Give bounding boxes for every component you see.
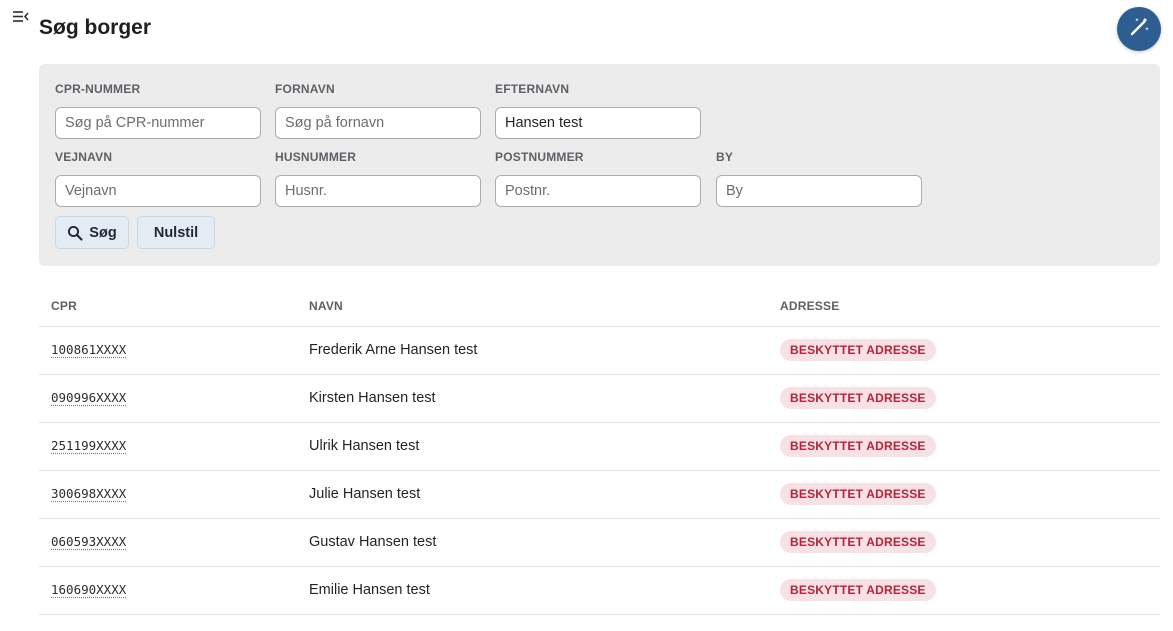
search-button-label: Søg [89,224,117,241]
table-row[interactable]: 100861XXXX Frederik Arne Hansen test BES… [39,326,1160,375]
vejnavn-input[interactable] [55,175,261,207]
by-label: BY [716,150,734,164]
cpr-input[interactable] [55,107,261,139]
efternavn-field: EFTERNAVN [495,82,701,139]
results-table: CPR NAVN ADRESSE 100861XXXX Frederik Arn… [39,286,1160,615]
table-row[interactable]: 090996XXXX Kirsten Hansen test BESKYTTET… [39,374,1160,423]
name-cell: Ulrik Hansen test [297,422,768,471]
cpr-cell[interactable]: 300698XXXX [51,486,126,501]
protected-address-badge: BESKYTTET ADRESSE [780,483,936,505]
column-header-name: NAVN [297,286,768,327]
protected-address-badge: BESKYTTET ADRESSE [780,435,936,457]
name-cell: Emilie Hansen test [297,566,768,615]
protected-address-badge: BESKYTTET ADRESSE [780,339,936,361]
search-panel: CPR-NUMMER FORNAVN EFTERNAVN VEJNAVN HUS… [39,64,1160,266]
reset-button[interactable]: Nulstil [137,216,215,249]
by-input[interactable] [716,175,922,207]
protected-address-badge: BESKYTTET ADRESSE [780,387,936,409]
table-row[interactable]: 060593XXXX Gustav Hansen test BESKYTTET … [39,518,1160,567]
column-header-address: ADRESSE [768,286,1160,327]
protected-address-badge: BESKYTTET ADRESSE [780,531,936,553]
husnummer-label: HUSNUMMER [275,150,357,164]
name-cell: Gustav Hansen test [297,518,768,567]
fornavn-label: FORNAVN [275,82,335,96]
vejnavn-field: VEJNAVN [55,150,261,207]
cpr-cell[interactable]: 100861XXXX [51,342,126,357]
cpr-cell[interactable]: 251199XXXX [51,438,126,453]
menu-collapse-icon[interactable] [12,9,30,25]
efternavn-label: EFTERNAVN [495,82,570,96]
husnummer-input[interactable] [275,175,481,207]
table-row[interactable]: 300698XXXX Julie Hansen test BESKYTTET A… [39,470,1160,519]
name-cell: Frederik Arne Hansen test [297,326,768,375]
vejnavn-label: VEJNAVN [55,150,113,164]
cpr-label: CPR-NUMMER [55,82,141,96]
postnummer-label: POSTNUMMER [495,150,584,164]
table-header-row: CPR NAVN ADRESSE [39,286,1160,327]
table-row[interactable]: 160690XXXX Emilie Hansen test BESKYTTET … [39,566,1160,615]
postnummer-input[interactable] [495,175,701,207]
reset-button-label: Nulstil [153,224,199,241]
efternavn-input[interactable] [495,107,701,139]
magic-wand-icon [1128,16,1150,43]
cpr-cell[interactable]: 160690XXXX [51,582,126,597]
cpr-cell[interactable]: 090996XXXX [51,390,126,405]
name-cell: Kirsten Hansen test [297,374,768,423]
column-header-cpr: CPR [39,286,297,327]
search-button[interactable]: Søg [55,216,129,249]
search-icon [67,225,83,241]
name-cell: Julie Hansen test [297,470,768,519]
protected-address-badge: BESKYTTET ADRESSE [780,579,936,601]
by-field: BY [716,150,922,207]
fornavn-input[interactable] [275,107,481,139]
postnummer-field: POSTNUMMER [495,150,701,207]
fornavn-field: FORNAVN [275,82,481,139]
page-title: Søg borger [39,16,152,39]
cpr-cell[interactable]: 060593XXXX [51,534,126,549]
husnummer-field: HUSNUMMER [275,150,481,207]
magic-wand-button[interactable] [1117,7,1161,51]
cpr-field: CPR-NUMMER [55,82,261,139]
table-row[interactable]: 251199XXXX Ulrik Hansen test BESKYTTET A… [39,422,1160,471]
